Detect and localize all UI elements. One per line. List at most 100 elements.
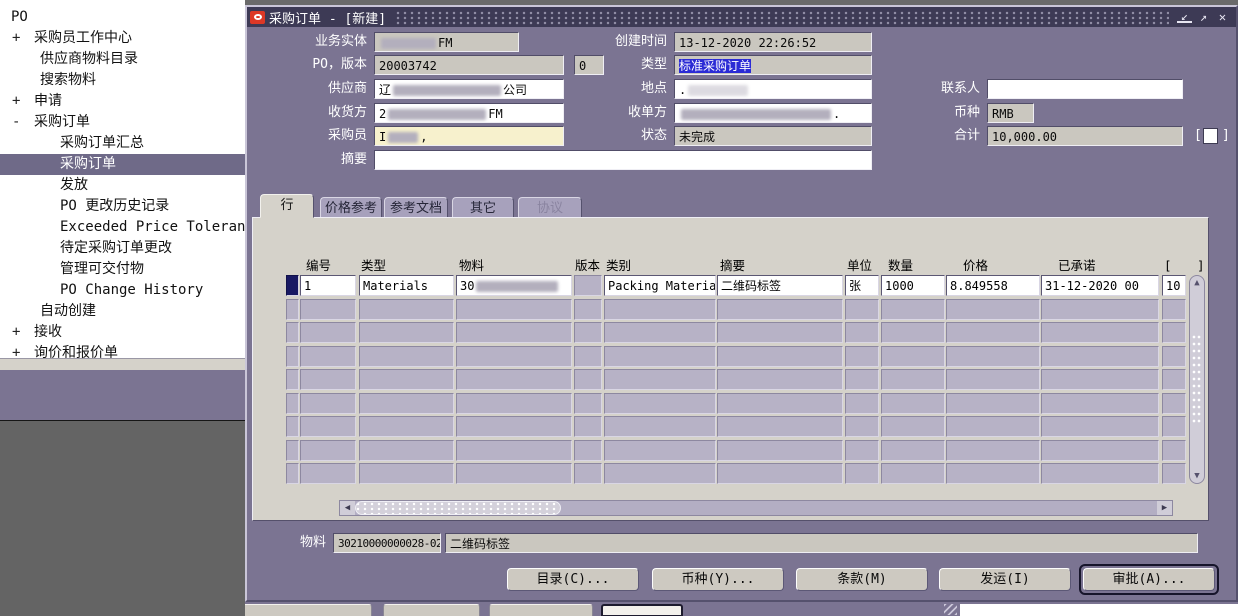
cell-qty[interactable] <box>881 416 945 437</box>
cell-uom[interactable]: 张 <box>845 275 879 296</box>
cell-rev[interactable] <box>574 416 602 437</box>
cell-item[interactable] <box>456 440 572 461</box>
cell-item[interactable] <box>456 369 572 390</box>
cell-uom[interactable] <box>845 463 879 484</box>
cell-flexfield[interactable] <box>1162 346 1186 367</box>
tree-item-autocreate[interactable]: 自动创建 <box>0 301 245 322</box>
tree-item-pending-po-changes[interactable]: 待定采购订单更改 <box>0 238 245 259</box>
cell-rev[interactable] <box>574 299 602 320</box>
cell-type[interactable] <box>359 393 454 414</box>
catalog-button[interactable]: 目录(C)... <box>507 568 639 591</box>
cell-category[interactable] <box>604 463 716 484</box>
cell-num[interactable] <box>300 299 356 320</box>
cell-type[interactable] <box>359 299 454 320</box>
cell-flexfield[interactable] <box>1162 416 1186 437</box>
background-button-partial[interactable] <box>383 604 480 616</box>
cell-item[interactable] <box>456 463 572 484</box>
cell-category[interactable] <box>604 416 716 437</box>
row-selector[interactable] <box>286 440 299 461</box>
cell-promised[interactable] <box>1041 463 1159 484</box>
cell-item[interactable] <box>456 299 572 320</box>
bill-to-field[interactable]: . <box>674 103 872 123</box>
cell-price[interactable]: 8.849558 <box>946 275 1040 296</box>
currency-button[interactable]: 币种(Y)... <box>652 568 784 591</box>
header-flexfield[interactable] <box>1203 128 1218 144</box>
cell-desc[interactable]: 二维码标签 <box>717 275 843 296</box>
buyer-field[interactable]: I, <box>374 126 564 146</box>
cell-qty[interactable] <box>881 440 945 461</box>
total-field[interactable]: 10,000.00 <box>987 126 1183 146</box>
tree-item-requisitions[interactable]: +申请 <box>0 91 245 112</box>
cell-promised[interactable] <box>1041 393 1159 414</box>
cell-uom[interactable] <box>845 416 879 437</box>
cell-desc[interactable] <box>717 416 843 437</box>
tab-lines[interactable]: 行 <box>260 194 314 218</box>
cell-num[interactable]: 1 <box>300 275 356 296</box>
row-selector[interactable] <box>286 369 299 390</box>
cell-type[interactable] <box>359 463 454 484</box>
cell-qty[interactable] <box>881 369 945 390</box>
created-field[interactable]: 13-12-2020 22:26:52 <box>674 32 872 52</box>
tree-item-manage-deliverables[interactable]: 管理可交付物 <box>0 259 245 280</box>
row-selector[interactable] <box>286 393 299 414</box>
cell-rev[interactable] <box>574 463 602 484</box>
cell-uom[interactable] <box>845 322 879 343</box>
cell-desc[interactable] <box>717 299 843 320</box>
close-icon[interactable]: ✕ <box>1215 10 1230 25</box>
tree-item-buyer-workcenter[interactable]: +采购员工作中心 <box>0 28 245 49</box>
cell-flexfield[interactable] <box>1162 299 1186 320</box>
scroll-left-icon[interactable]: ◀ <box>340 501 355 515</box>
collapse-icon[interactable]: - <box>12 112 34 133</box>
cell-uom[interactable] <box>845 440 879 461</box>
cell-type[interactable] <box>359 440 454 461</box>
tree-item-rfq-quotations[interactable]: +询价和报价单 <box>0 343 245 358</box>
cell-desc[interactable] <box>717 322 843 343</box>
cell-desc[interactable] <box>717 393 843 414</box>
cell-num[interactable] <box>300 322 356 343</box>
cell-rev[interactable] <box>574 393 602 414</box>
cell-uom[interactable] <box>845 299 879 320</box>
cell-qty[interactable] <box>881 393 945 414</box>
cell-flexfield[interactable] <box>1162 440 1186 461</box>
expand-icon[interactable]: + <box>12 343 34 358</box>
approve-button[interactable]: 审批(A)... <box>1083 568 1215 591</box>
cell-num[interactable] <box>300 346 356 367</box>
cell-type[interactable] <box>359 346 454 367</box>
cell-price[interactable] <box>946 322 1040 343</box>
cell-desc[interactable] <box>717 463 843 484</box>
tree-item-search-items[interactable]: 搜索物料 <box>0 70 245 91</box>
tree-item-purchase-orders[interactable]: -采购订单 <box>0 112 245 133</box>
tree-item-supplier-item-catalog[interactable]: 供应商物料目录 <box>0 49 245 70</box>
row-selector[interactable] <box>286 299 299 320</box>
business-entity-field[interactable]: FM <box>374 32 519 52</box>
cell-qty[interactable] <box>881 322 945 343</box>
cell-num[interactable] <box>300 393 356 414</box>
cell-rev[interactable] <box>574 369 602 390</box>
cell-category[interactable] <box>604 440 716 461</box>
cell-rev[interactable] <box>574 275 602 296</box>
row-selector[interactable] <box>286 275 299 296</box>
cell-category[interactable] <box>604 299 716 320</box>
row-selector[interactable] <box>286 416 299 437</box>
footer-item-code-field[interactable]: 30210000000028-027 <box>333 533 441 553</box>
cell-price[interactable] <box>946 393 1040 414</box>
tab-price-reference[interactable]: 价格参考 <box>320 197 382 218</box>
tab-agreement[interactable]: 协议 <box>518 197 582 218</box>
cell-promised[interactable]: 31-12-2020 00 <box>1041 275 1159 296</box>
restore-icon[interactable]: ↗ <box>1196 10 1211 25</box>
cell-promised[interactable] <box>1041 440 1159 461</box>
cell-type[interactable]: Materials <box>359 275 454 296</box>
cell-price[interactable] <box>946 299 1040 320</box>
background-button-partial[interactable] <box>601 604 683 616</box>
scroll-right-icon[interactable]: ▶ <box>1157 501 1172 515</box>
cell-desc[interactable] <box>717 346 843 367</box>
cell-promised[interactable] <box>1041 346 1159 367</box>
expand-icon[interactable]: + <box>12 28 34 49</box>
expand-icon[interactable]: + <box>12 91 34 112</box>
cell-type[interactable] <box>359 416 454 437</box>
tree-item-po-change-record[interactable]: PO 更改历史记录 <box>0 196 245 217</box>
tree-item-receiving[interactable]: +接收 <box>0 322 245 343</box>
cell-type[interactable] <box>359 322 454 343</box>
tree-item-releases[interactable]: 发放 <box>0 175 245 196</box>
cell-uom[interactable] <box>845 369 879 390</box>
